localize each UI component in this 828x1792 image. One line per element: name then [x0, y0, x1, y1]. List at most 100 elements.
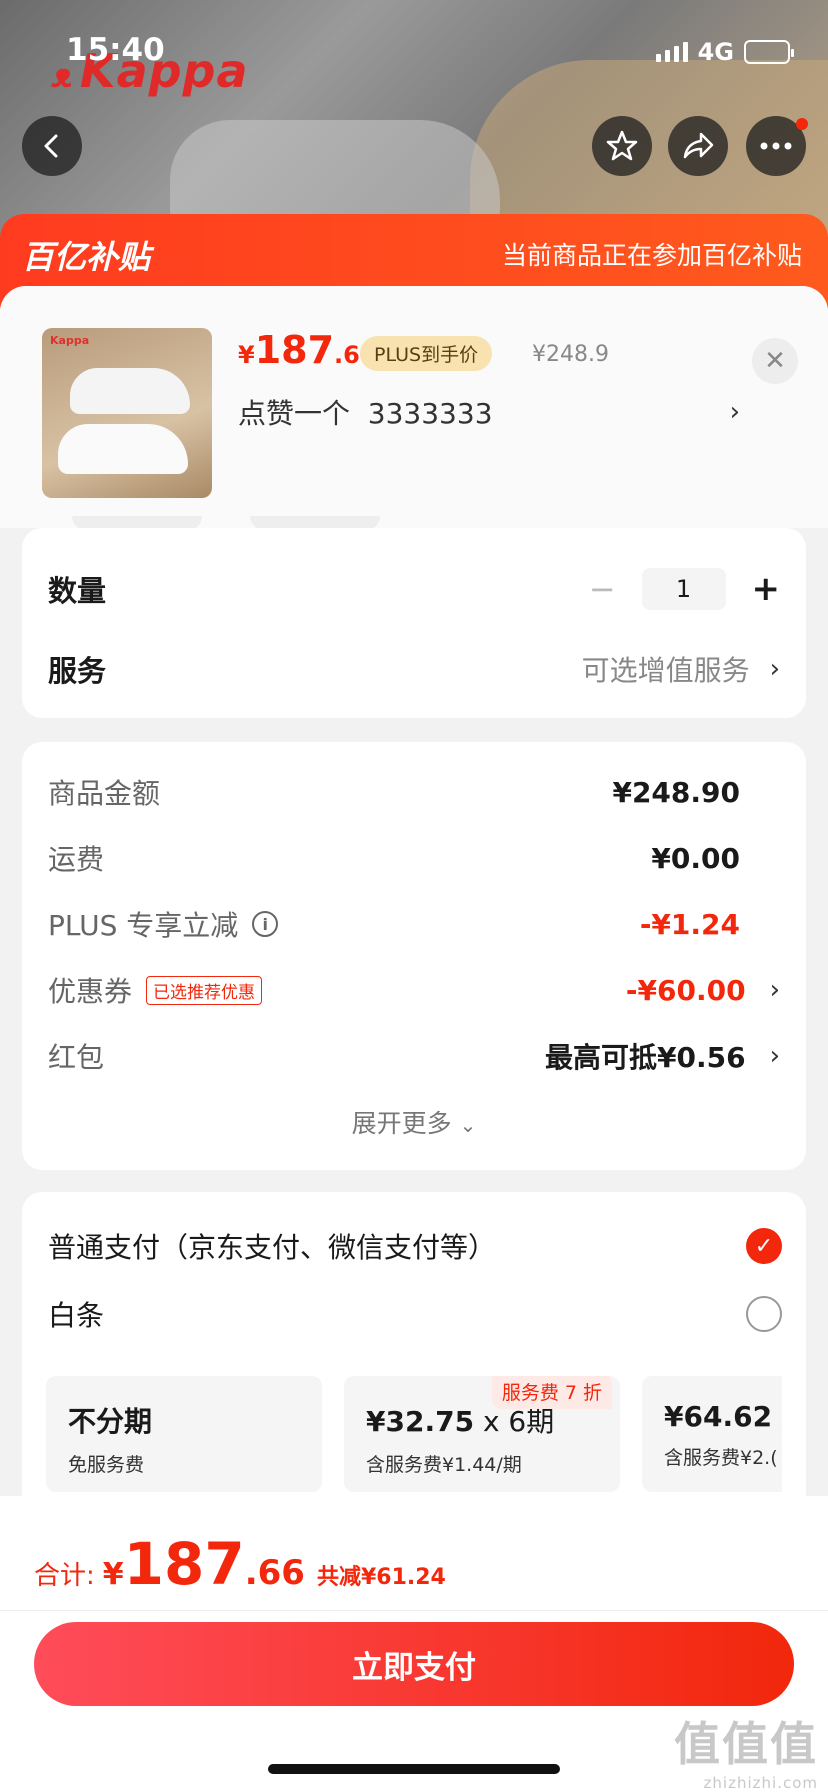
plan-title: 不分期 — [68, 1405, 153, 1438]
redpacket-label: 红包 — [48, 1041, 105, 1074]
service-row[interactable]: 服务 可选增值服务 › — [48, 648, 780, 690]
watermark-logo: 值值值 — [674, 1717, 818, 1771]
service-value: 可选增值服务 — [581, 654, 750, 687]
favorite-button[interactable] — [592, 116, 652, 176]
quantity-row: 数量 − 1 + — [48, 568, 780, 610]
total-saving: 共减¥61.24 — [316, 1565, 446, 1590]
watermark-url: zhizhizhi.com — [703, 1774, 818, 1792]
product-thumbnail[interactable]: Kappa — [42, 328, 212, 498]
baitiao-label: 白条 — [48, 1299, 105, 1332]
redpacket-value: 最高可抵¥0.56 — [545, 1041, 746, 1074]
plus-discount-label-wrap: PLUS 专享立减 i — [48, 904, 279, 944]
thumb-shoe-1 — [70, 368, 190, 414]
increase-button[interactable]: + — [752, 569, 781, 609]
signal-icon — [655, 42, 688, 62]
baitiao-option[interactable]: 白条 — [48, 1294, 782, 1334]
price-summary-card: 商品金额 ¥248.90 运费 ¥0.00 PLUS 专享立减 i -¥1.24… — [22, 742, 806, 1170]
total-label: 合计: — [34, 1561, 95, 1591]
coupon-tag: 已选推荐优惠 — [146, 975, 263, 1005]
star-icon — [606, 130, 638, 161]
service-value-wrap: 可选增值服务 › — [582, 649, 780, 689]
subsidy-notice: 当前商品正在参加百亿补贴 — [501, 241, 802, 270]
installment-plan[interactable]: 不分期 免服务费 — [46, 1376, 322, 1492]
total-symbol: ¥ — [102, 1557, 124, 1592]
installment-plans: 不分期 免服务费 服务费 7 折 ¥32.75 x 6期 含服务费¥1.44/期… — [46, 1376, 782, 1496]
plan-subtitle: 免服务费 — [68, 1454, 145, 1476]
subsidy-logo: 百亿补贴 — [22, 238, 151, 276]
plan-title-suffix: x — [772, 1400, 782, 1433]
installment-plan[interactable]: 服务费 7 折 ¥32.75 x 6期 含服务费¥1.44/期 — [344, 1376, 620, 1492]
plan-title: ¥64.62 — [664, 1400, 773, 1433]
redpacket-row[interactable]: 红包 最高可抵¥0.56 › — [48, 1036, 780, 1076]
coupon-value-wrap: -¥60.00 › — [626, 974, 780, 1007]
close-icon: ✕ — [764, 346, 786, 376]
coupon-row[interactable]: 优惠券 已选推荐优惠 -¥60.00 › — [48, 970, 780, 1010]
quantity-stepper: − 1 + — [589, 568, 780, 610]
plus-discount-label: PLUS 专享立减 — [48, 909, 239, 942]
plan-title-wrap: ¥64.62 x — [664, 1400, 782, 1433]
coupon-value: -¥60.00 — [625, 973, 746, 1007]
quantity-input[interactable]: 1 — [641, 568, 726, 610]
plan-badge: 服务费 7 折 — [491, 1376, 612, 1409]
status-indicators: 4G — [655, 38, 794, 66]
radio-icon[interactable] — [746, 1296, 782, 1332]
goods-amount-row: 商品金额 ¥248.90 — [48, 772, 740, 812]
checkmark-icon[interactable]: ✓ — [746, 1228, 782, 1264]
chevron-right-icon: › — [769, 975, 780, 1005]
expand-more-button[interactable]: 展开更多 ⌄ — [22, 1104, 806, 1140]
product-price: ¥ 187 .66 — [238, 328, 377, 372]
original-price: ¥248.9 — [532, 342, 609, 367]
thumb-shoe-2 — [58, 424, 188, 474]
normal-pay-option[interactable]: 普通支付（京东支付、微信支付等） ✓ — [48, 1226, 782, 1266]
plus-price-tag: PLUS到手价 — [360, 336, 493, 371]
watermark: 值值值 zhizhizhi.com — [674, 1708, 818, 1792]
chevron-left-icon — [44, 134, 58, 158]
shipping-label: 运费 — [48, 843, 105, 876]
battery-icon — [744, 40, 794, 64]
shipping-row: 运费 ¥0.00 — [48, 838, 740, 878]
chevron-right-icon: › — [729, 397, 740, 427]
network-type: 4G — [697, 38, 734, 66]
plan-title-suffix: x 6期 — [474, 1405, 555, 1438]
share-icon — [683, 132, 714, 159]
more-button[interactable] — [746, 116, 808, 176]
pay-now-button[interactable]: 立即支付 — [34, 1622, 794, 1706]
total-dec: .66 — [244, 1553, 305, 1593]
quantity-label: 数量 — [48, 574, 107, 608]
price-symbol: ¥ — [238, 341, 255, 369]
shipping-value: ¥0.00 — [651, 841, 740, 875]
chevron-right-icon: › — [769, 654, 780, 684]
service-label: 服务 — [48, 654, 107, 688]
more-dots-icon — [760, 142, 792, 150]
total-int: 187 — [123, 1530, 245, 1598]
chevron-right-icon: › — [769, 1041, 780, 1071]
decrease-button[interactable]: − — [589, 570, 616, 608]
expand-more-label: 展开更多 — [351, 1109, 452, 1138]
plan-subtitle: 含服务费¥2.( — [664, 1447, 778, 1469]
footer-divider — [0, 1610, 828, 1611]
coupon-label-wrap: 优惠券 已选推荐优惠 — [48, 970, 263, 1010]
coupon-label: 优惠券 — [48, 975, 133, 1008]
thumb-brand: Kappa — [50, 334, 90, 347]
normal-pay-label: 普通支付（京东支付、微信支付等） — [48, 1231, 497, 1264]
close-button[interactable]: ✕ — [752, 338, 798, 384]
variant-selector[interactable]: 点赞一个 3333333 › — [238, 392, 740, 432]
options-card: 数量 − 1 + 服务 可选增值服务 › — [22, 528, 806, 718]
back-button[interactable] — [22, 116, 82, 176]
info-icon[interactable]: i — [252, 911, 279, 937]
price-int: 187 — [254, 328, 335, 372]
installment-plan[interactable]: ¥64.62 x 含服务费¥2.( — [642, 1376, 782, 1492]
goods-amount-label: 商品金额 — [48, 777, 161, 810]
order-total: 合计: ¥ 187 .66 共减¥61.24 — [34, 1530, 446, 1598]
home-indicator — [268, 1764, 560, 1774]
plus-discount-value: -¥1.24 — [639, 907, 740, 941]
status-time: 15:40 — [66, 32, 165, 68]
redpacket-value-wrap: 最高可抵¥0.56 › — [545, 1036, 780, 1076]
share-button[interactable] — [668, 116, 728, 176]
goods-amount-value: ¥248.90 — [612, 775, 740, 809]
plan-title: ¥32.75 — [366, 1405, 475, 1438]
plan-subtitle: 含服务费¥1.44/期 — [366, 1454, 522, 1476]
variant-text: 点赞一个 3333333 — [238, 397, 493, 430]
chevron-down-icon: ⌄ — [459, 1113, 477, 1137]
plus-discount-row: PLUS 专享立减 i -¥1.24 — [48, 904, 740, 944]
